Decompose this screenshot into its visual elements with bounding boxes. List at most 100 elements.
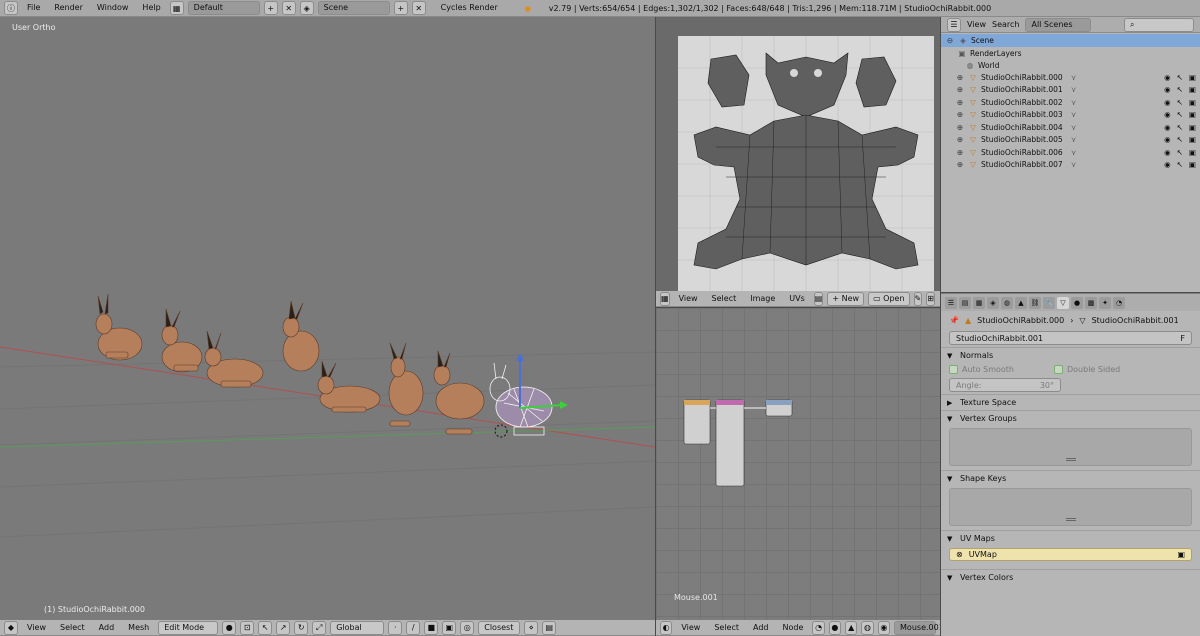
double-sided-checkbox[interactable]: Double Sided [1053,365,1120,374]
outliner-row-object[interactable]: ⊕ ▽ StudioOchiRabbit.005 ⋎ ◉ ↖ ▣ [941,134,1200,147]
vertex-groups-panel-header[interactable]: ▼ Vertex Groups [941,410,1200,426]
cursor-select-icon[interactable]: ↖ [1177,135,1183,144]
vp-menu-mesh[interactable]: Mesh [123,621,154,635]
vertex-select-icon[interactable]: · [388,620,403,635]
render-camera-icon[interactable]: ▣ [1189,148,1196,157]
node-editor[interactable]: Mouse.001 [656,308,940,620]
outliner[interactable]: ☰ View Search All Scenes ⌕ ⊖ ◈ Scene ▣ Re… [941,17,1200,292]
remove-layout-icon[interactable]: ✕ [281,1,296,15]
render-engine-select[interactable]: Cycles Render [436,1,503,15]
scene-icon[interactable]: ◈ [299,1,314,15]
vp-menu-select[interactable]: Select [55,621,90,635]
cursor-select-icon[interactable]: ↖ [1177,73,1183,82]
outliner-row-renderlayers[interactable]: ▣ RenderLayers [941,47,1200,60]
world-icon[interactable]: ◍ [861,620,874,635]
scene-tab-icon[interactable]: ◈ [987,296,999,309]
outliner-row-world[interactable]: ◍ World [941,59,1200,72]
render-camera-icon[interactable]: ▣ [1189,73,1196,82]
outliner-filter-select[interactable]: All Scenes [1025,17,1092,32]
mesh-name-field[interactable]: StudioOchiRabbit.001 F [949,331,1192,345]
shading-icon[interactable]: ● [222,620,237,635]
render-camera-icon[interactable]: ▣ [1189,123,1196,132]
render-camera-icon[interactable]: ▣ [1189,135,1196,144]
texture-space-panel-header[interactable]: ▶ Texture Space [941,394,1200,410]
expand-icon[interactable]: ⊕ [955,73,965,82]
outliner-row-object[interactable]: ⊕ ▽ StudioOchiRabbit.006 ⋎ ◉ ↖ ▣ [941,146,1200,159]
data-tab-icon[interactable]: ▽ [1057,296,1069,309]
uv-editor-icon[interactable]: ▦ [660,291,670,306]
cursor-select-icon[interactable]: ↖ [1177,148,1183,157]
shape-keys-list[interactable] [949,488,1192,526]
layers-tab-icon[interactable]: ▦ [973,296,985,309]
outliner-row-object[interactable]: ⊕ ▽ StudioOchiRabbit.007 ⋎ ◉ ↖ ▣ [941,159,1200,172]
add-scene-icon[interactable]: + [393,1,408,15]
outliner-row-object[interactable]: ⊕ ▽ StudioOchiRabbit.004 ⋎ ◉ ↖ ▣ [941,121,1200,134]
editor-icon[interactable]: ☰ [945,296,957,309]
uv-menu-image[interactable]: Image [745,292,780,306]
vertex-groups-list[interactable] [949,428,1192,466]
fake-user-toggle[interactable]: F [1180,334,1185,343]
world-tab-icon[interactable]: ◍ [1001,296,1013,309]
node-menu-view[interactable]: View [676,621,705,635]
eye-icon[interactable]: ◉ [1164,85,1171,94]
scene-field[interactable]: Scene [317,1,390,15]
expand-icon[interactable]: ⊕ [955,110,965,119]
open-image-button[interactable]: ▭ Open [868,291,910,306]
shape-keys-panel-header[interactable]: ▼ Shape Keys [941,470,1200,486]
list-grip-icon[interactable] [1065,458,1076,461]
proportional-icon[interactable]: ◎ [460,620,475,635]
edge-select-icon[interactable]: / [406,620,421,635]
node-editor-icon[interactable]: ◐ [660,620,673,635]
outliner-row-object[interactable]: ⊕ ▽ StudioOchiRabbit.003 ⋎ ◉ ↖ ▣ [941,109,1200,122]
render-icon[interactable]: ▤ [542,620,557,635]
occlude-icon[interactable]: ▣ [442,620,457,635]
eye-icon[interactable]: ◉ [1164,110,1171,119]
outliner-row-object[interactable]: ⊕ ▽ StudioOchiRabbit.002 ⋎ ◉ ↖ ▣ [941,96,1200,109]
auto-smooth-checkbox[interactable]: Auto Smooth [949,365,1014,374]
3d-viewport[interactable]: User Ortho (1) StudioOchiRabbit.000 [0,17,655,620]
vp-menu-view[interactable]: View [22,621,51,635]
face-select-icon[interactable]: ■ [424,620,439,635]
uv-editor[interactable] [656,17,940,291]
pin-icon[interactable]: 📌 [949,316,959,325]
outliner-editor-icon[interactable]: ☰ [947,17,961,32]
list-grip-icon[interactable] [1065,518,1076,521]
remove-scene-icon[interactable]: ✕ [411,1,426,15]
menu-window[interactable]: Window [92,1,134,15]
menu-help[interactable]: Help [137,1,165,15]
expand-icon[interactable]: ⊕ [955,148,965,157]
outliner-search-input[interactable]: ⌕ [1124,17,1194,32]
cursor-select-icon[interactable]: ↖ [1177,123,1183,132]
pivot-icon[interactable]: ⊡ [240,620,255,635]
new-image-button[interactable]: + New [827,291,865,306]
node-menu-node[interactable]: Node [778,621,809,635]
expand-icon[interactable]: ⊕ [955,135,965,144]
orientation-select[interactable]: Global [330,620,385,635]
node-menu-select[interactable]: Select [709,621,744,635]
mode-select[interactable]: Edit Mode [158,620,219,635]
uv-menu-uvs[interactable]: UVs [784,292,810,306]
expand-icon[interactable]: ⊕ [955,160,965,169]
viewport-editor-icon[interactable]: ◆ [4,620,18,635]
material-tab-icon[interactable]: ● [1071,296,1083,309]
outliner-row-object[interactable]: ⊕ ▽ StudioOchiRabbit.000 ⋎ ◉ ↖ ▣ [941,71,1200,84]
menu-file[interactable]: File [22,1,45,15]
cursor-select-icon[interactable]: ↖ [1177,110,1183,119]
vp-menu-add[interactable]: Add [94,621,120,635]
object-tab-icon[interactable]: ▲ [1015,296,1027,309]
add-layout-icon[interactable]: + [263,1,278,15]
image-browse-icon[interactable]: ▤ [813,291,824,306]
outliner-row-scene[interactable]: ⊖ ◈ Scene [941,34,1200,47]
eye-icon[interactable]: ◉ [1164,98,1171,107]
cursor-select-icon[interactable]: ↖ [1177,85,1183,94]
cursor-select-icon[interactable]: ↖ [1177,98,1183,107]
scale-icon[interactable]: ⤢ [312,620,327,635]
render-camera-icon[interactable]: ▣ [1189,85,1196,94]
vertex-colors-panel-header[interactable]: ▼ Vertex Colors [941,569,1200,585]
material-icon[interactable]: ◉ [877,620,891,635]
pin-icon[interactable]: ✎ [913,291,923,306]
sticky-icon[interactable]: ⊞ [926,291,935,306]
eye-icon[interactable]: ◉ [1164,135,1171,144]
rotate-icon[interactable]: ↻ [294,620,309,635]
particles-tab-icon[interactable]: ✦ [1099,296,1111,309]
